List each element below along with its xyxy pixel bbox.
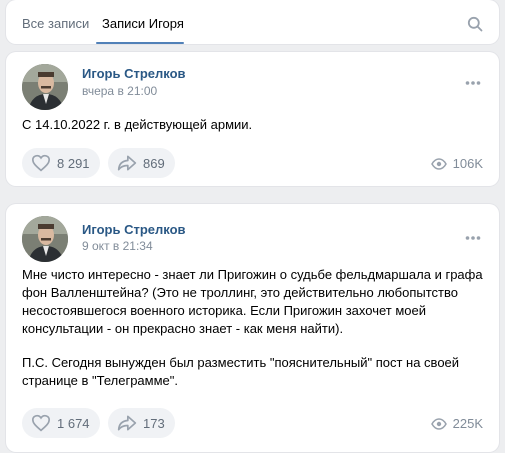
share-icon [117,415,137,431]
tabs-header: Все записи Записи Игоря [6,0,499,44]
share-button[interactable]: 869 [108,148,175,178]
share-count: 869 [143,155,165,171]
post-card: Игорь Стрелков 9 окт в 21:34 Мне чисто и… [6,204,499,452]
heart-icon [31,154,51,172]
post-text: С 14.10.2022 г. в действующей армии. [22,117,253,132]
post-author[interactable]: Игорь Стрелков [82,66,186,82]
more-icon[interactable] [465,80,481,86]
post-time[interactable]: 9 окт в 21:34 [82,239,153,254]
avatar[interactable] [22,64,68,110]
like-button[interactable]: 8 291 [22,148,100,178]
views-counter: 106K [430,156,483,171]
heart-icon [31,414,51,432]
share-button[interactable]: 173 [108,408,175,438]
eye-icon [430,157,447,170]
post-time[interactable]: вчера в 21:00 [82,84,157,99]
views-counter: 225K [430,416,483,431]
eye-icon [430,417,447,430]
more-icon[interactable] [465,235,481,241]
avatar[interactable] [22,216,68,262]
active-tab-indicator [96,42,184,44]
like-count: 1 674 [57,415,90,431]
avatar-image [22,216,68,262]
views-count: 225K [452,416,483,431]
share-icon [117,155,137,171]
post-text-ps: П.С. Сегодня вынужден был разместить "по… [22,355,460,388]
tab-author-posts[interactable]: Записи Игоря [102,16,184,32]
post-card: Игорь Стрелков вчера в 21:00 С 14.10.202… [6,52,499,186]
post-author[interactable]: Игорь Стрелков [82,222,186,238]
tab-all-posts[interactable]: Все записи [22,16,89,32]
views-count: 106K [452,156,483,171]
like-button[interactable]: 1 674 [22,408,100,438]
post-text: Мне чисто интересно - знает ли Пригожин … [22,267,483,336]
like-count: 8 291 [57,155,90,171]
share-count: 173 [143,415,165,431]
avatar-image [22,64,68,110]
search-icon[interactable] [467,16,483,32]
